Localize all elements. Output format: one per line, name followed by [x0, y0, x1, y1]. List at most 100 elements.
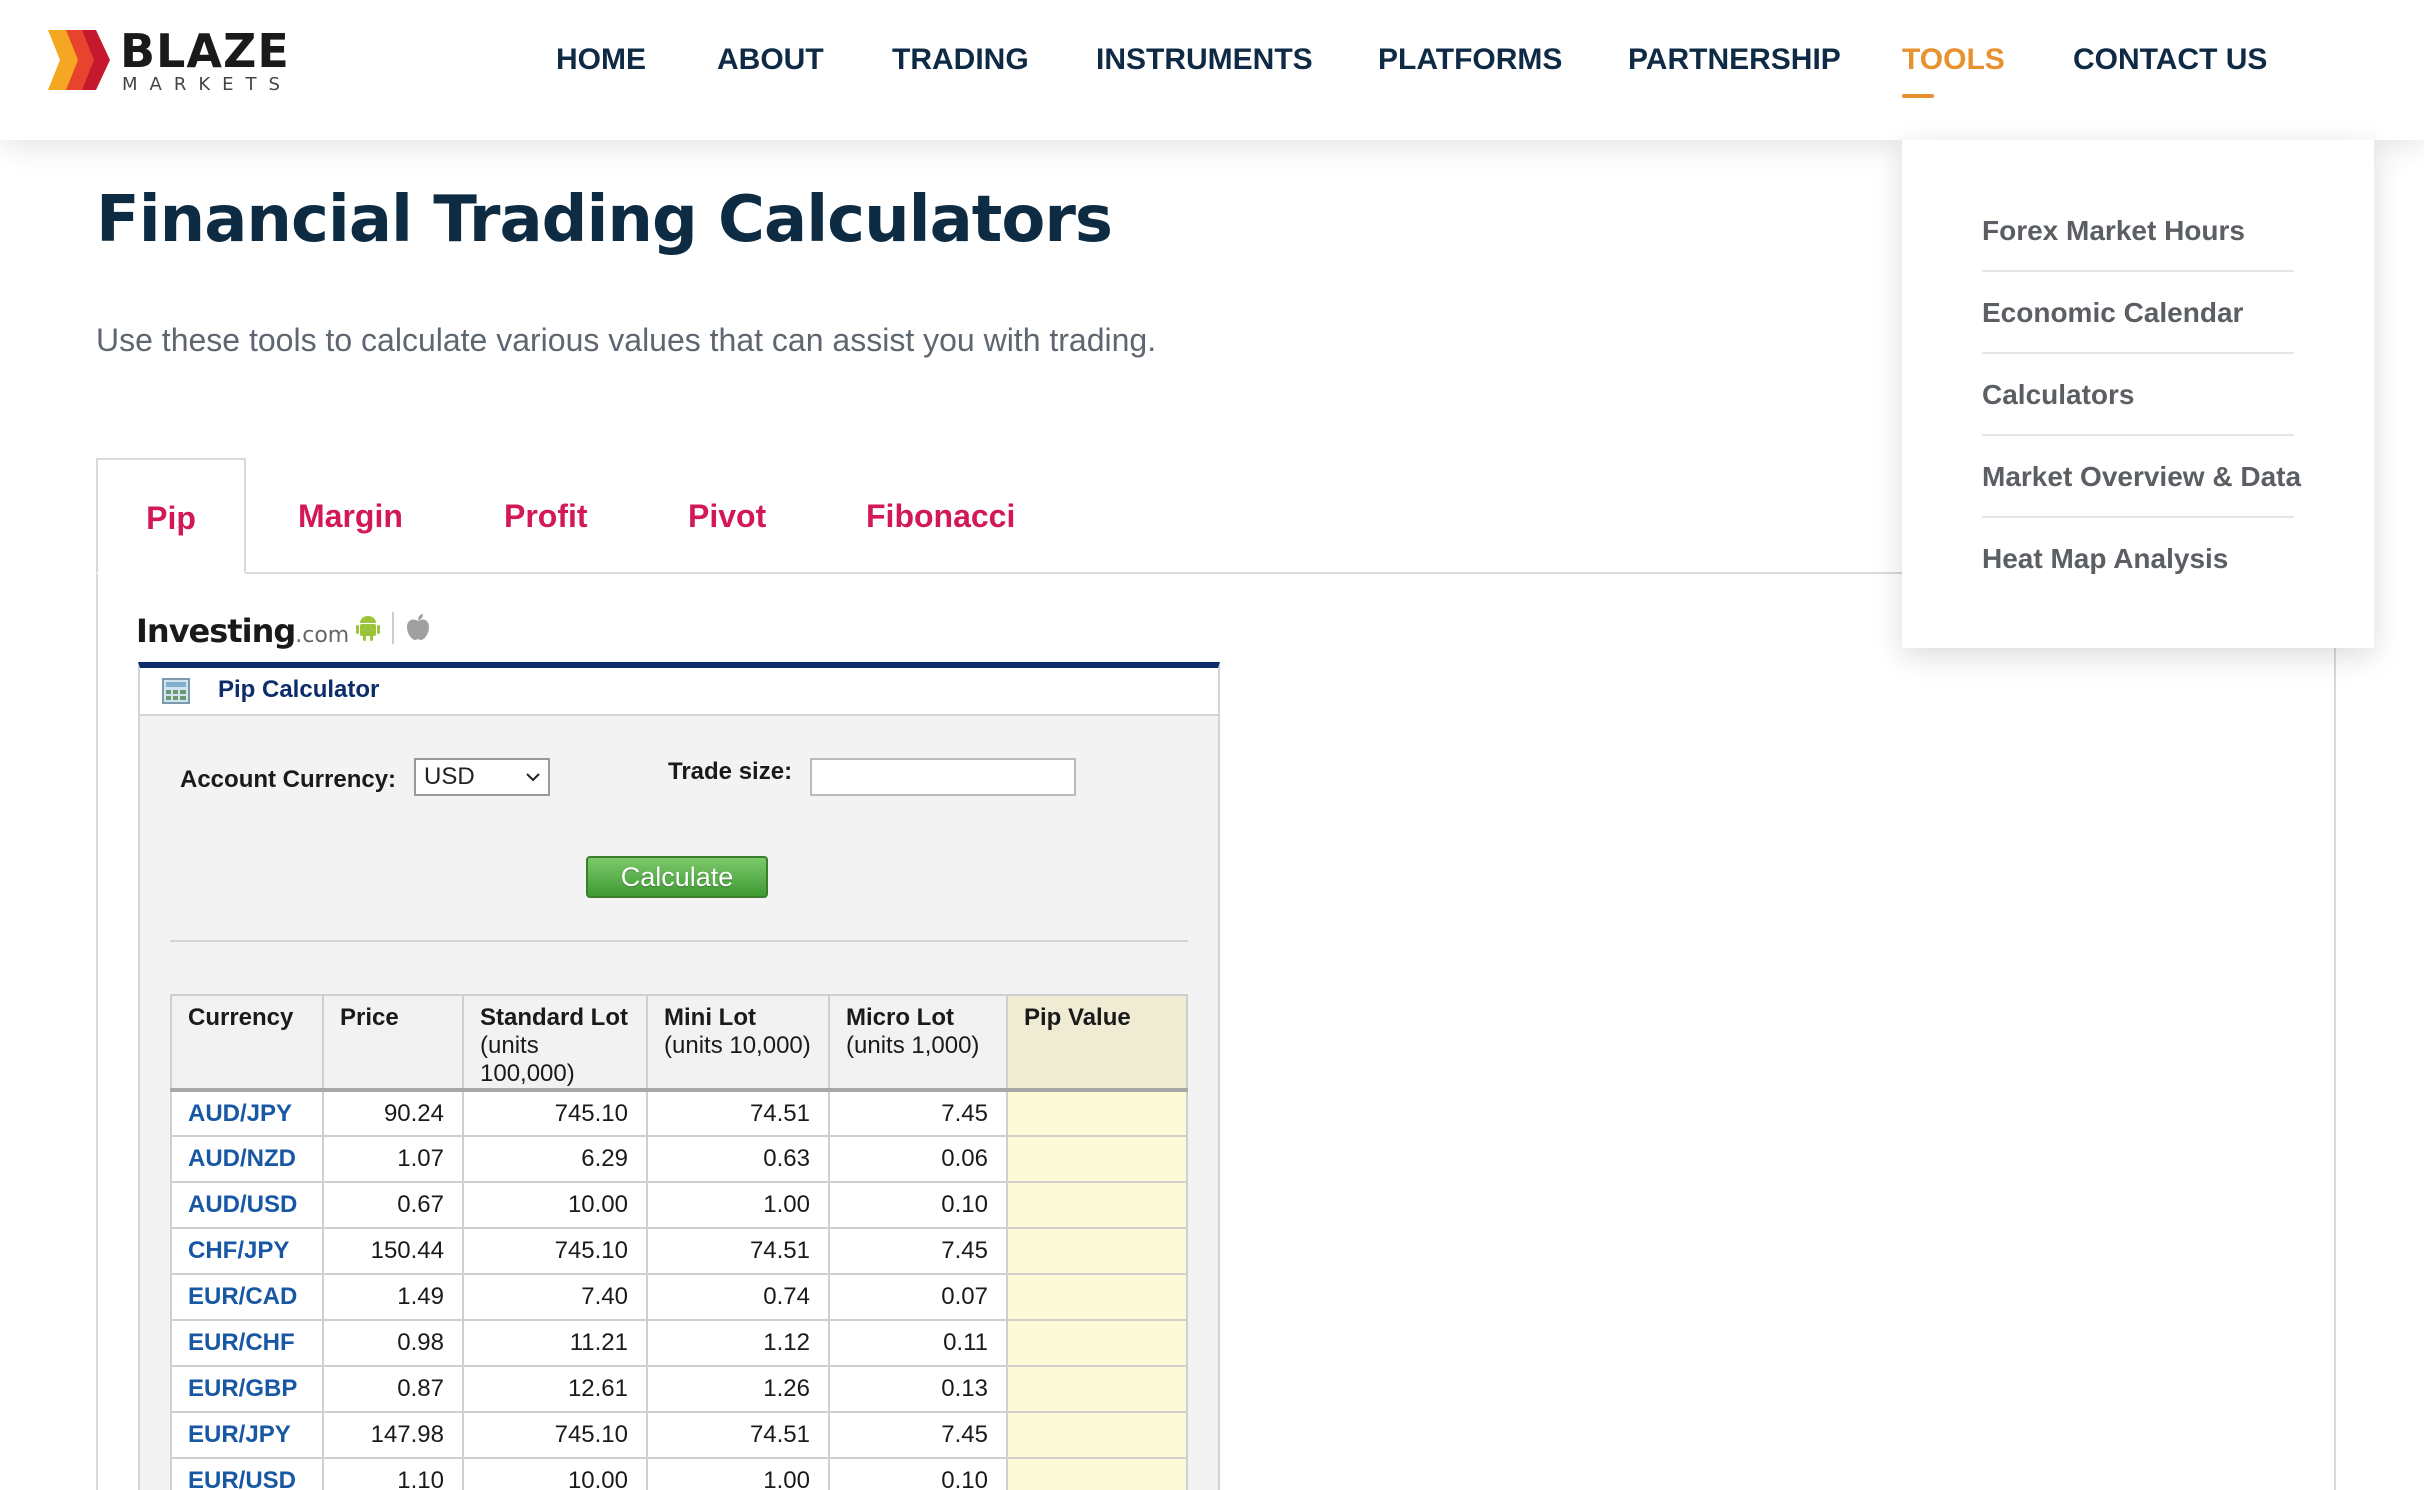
table-cell: 0.13 — [828, 1365, 1008, 1413]
widget-title: Pip Calculator — [218, 676, 380, 703]
currency-pair-link[interactable]: EUR/CAD — [170, 1273, 324, 1321]
tab-pivot[interactable]: Pivot — [688, 458, 766, 574]
table-cell: 1.10 — [322, 1457, 464, 1490]
col-mini-lot-unit: (units 10,000) — [664, 1032, 811, 1059]
nav-platforms[interactable]: PLATFORMS — [1378, 40, 1562, 80]
nav-partnership[interactable]: PARTNERSHIP — [1628, 40, 1841, 80]
table-row: EUR/USD 1.10 10.00 1.00 0.10 — [170, 1457, 1188, 1490]
widget-divider — [170, 940, 1188, 942]
currency-pair-link[interactable]: AUD/JPY — [170, 1089, 324, 1137]
table-cell: 0.10 — [828, 1457, 1008, 1490]
pip-table: Currency Price Standard Lot (units 100,00… — [170, 994, 1188, 1490]
apple-icon[interactable] — [404, 612, 432, 642]
chevron-down-icon — [526, 773, 540, 782]
calculate-button[interactable]: Calculate — [586, 856, 768, 898]
widget-header: Pip Calculator — [140, 668, 1218, 716]
table-cell: 7.45 — [828, 1227, 1008, 1275]
menu-item-calculators[interactable]: Calculators — [1982, 354, 2294, 436]
nav-tools[interactable]: TOOLS — [1902, 40, 2005, 80]
pip-calculator-widget: Pip Calculator Account Currency: USD Tra… — [138, 662, 1220, 1490]
col-micro-lot: Micro Lot (units 1,000) — [828, 994, 1008, 1091]
currency-pair-link[interactable]: AUD/USD — [170, 1181, 324, 1229]
tab-profit[interactable]: Profit — [504, 458, 588, 574]
pip-value-cell — [1006, 1273, 1188, 1321]
table-cell: 1.07 — [322, 1135, 464, 1183]
store-separator — [392, 612, 394, 644]
table-cell: 1.26 — [646, 1365, 830, 1413]
currency-pair-link[interactable]: EUR/JPY — [170, 1411, 324, 1459]
trade-size-label: Trade size: — [668, 758, 793, 785]
currency-pair-link[interactable]: EUR/GBP — [170, 1365, 324, 1413]
table-row: AUD/USD 0.67 10.00 1.00 0.10 — [170, 1181, 1188, 1229]
table-cell: 1.49 — [322, 1273, 464, 1321]
col-mini-lot: Mini Lot (units 10,000) — [646, 994, 830, 1091]
page-title: Financial Trading Calculators — [96, 183, 1113, 257]
android-icon[interactable] — [354, 614, 382, 642]
col-price: Price — [322, 994, 464, 1091]
nav-about[interactable]: ABOUT — [717, 40, 824, 80]
col-pip-value-label: Pip Value — [1024, 1004, 1131, 1031]
investing-brand-suffix: .com — [295, 623, 350, 648]
widget-body: Account Currency: USD Trade size: Calcul… — [140, 716, 1218, 1490]
table-cell: 150.44 — [322, 1227, 464, 1275]
table-cell: 0.10 — [828, 1181, 1008, 1229]
account-currency-value: USD — [424, 763, 475, 790]
table-cell: 10.00 — [462, 1181, 648, 1229]
table-cell: 0.87 — [322, 1365, 464, 1413]
currency-pair-link[interactable]: CHF/JPY — [170, 1227, 324, 1275]
table-cell: 147.98 — [322, 1411, 464, 1459]
table-cell: 0.06 — [828, 1135, 1008, 1183]
account-currency-label: Account Currency: — [180, 766, 397, 793]
table-cell: 90.24 — [322, 1089, 464, 1137]
nav-contact-us[interactable]: CONTACT US — [2073, 40, 2267, 80]
tab-pip[interactable]: Pip — [96, 458, 246, 574]
pip-value-cell — [1006, 1457, 1188, 1490]
investing-logo[interactable]: Investing.com — [136, 612, 349, 650]
page-subtitle: Use these tools to calculate various val… — [96, 322, 1157, 358]
table-cell: 11.21 — [462, 1319, 648, 1367]
menu-item-economic-calendar[interactable]: Economic Calendar — [1982, 272, 2294, 354]
table-row: EUR/CAD 1.49 7.40 0.74 0.07 — [170, 1273, 1188, 1321]
col-currency-label: Currency — [188, 1004, 294, 1031]
table-cell: 0.63 — [646, 1135, 830, 1183]
table-cell: 745.10 — [462, 1089, 648, 1137]
col-standard-lot-unit: (units 100,000) — [480, 1032, 575, 1087]
menu-item-heat-map-analysis[interactable]: Heat Map Analysis — [1982, 518, 2294, 600]
pip-value-cell — [1006, 1227, 1188, 1275]
calculator-icon — [162, 678, 190, 704]
nav-home[interactable]: HOME — [556, 40, 646, 80]
col-standard-lot: Standard Lot (units 100,000) — [462, 994, 648, 1091]
table-cell: 0.67 — [322, 1181, 464, 1229]
investing-brand: Investing — [136, 612, 296, 650]
table-cell: 0.74 — [646, 1273, 830, 1321]
pip-table-header-row: Currency Price Standard Lot (units 100,00… — [170, 994, 1188, 1091]
currency-pair-link[interactable]: EUR/CHF — [170, 1319, 324, 1367]
col-currency: Currency — [170, 994, 324, 1091]
col-micro-lot-label: Micro Lot — [846, 1004, 954, 1031]
table-cell: 7.45 — [828, 1411, 1008, 1459]
table-cell: 1.00 — [646, 1457, 830, 1490]
table-cell: 74.51 — [646, 1411, 830, 1459]
table-cell: 74.51 — [646, 1089, 830, 1137]
table-cell: 0.11 — [828, 1319, 1008, 1367]
nav-trading[interactable]: TRADING — [892, 40, 1029, 80]
table-cell: 1.00 — [646, 1181, 830, 1229]
menu-item-market-overview[interactable]: Market Overview & Data — [1982, 436, 2301, 518]
currency-pair-link[interactable]: AUD/NZD — [170, 1135, 324, 1183]
table-row: CHF/JPY 150.44 745.10 74.51 7.45 — [170, 1227, 1188, 1275]
nav-active-indicator — [1902, 94, 1934, 98]
nav-instruments[interactable]: INSTRUMENTS — [1096, 40, 1313, 80]
account-currency-select[interactable]: USD — [414, 758, 550, 796]
trade-size-input[interactable] — [810, 758, 1076, 796]
table-row: AUD/NZD 1.07 6.29 0.63 0.06 — [170, 1135, 1188, 1183]
pip-table-body: AUD/JPY 90.24 745.10 74.51 7.45 AUD/NZD 1.07 6.… — [170, 1089, 1188, 1490]
tab-fibonacci[interactable]: Fibonacci — [866, 458, 1015, 574]
menu-item-forex-market-hours[interactable]: Forex Market Hours — [1982, 190, 2294, 272]
tab-margin[interactable]: Margin — [298, 458, 403, 574]
table-cell: 745.10 — [462, 1227, 648, 1275]
currency-pair-link[interactable]: EUR/USD — [170, 1457, 324, 1490]
pip-value-cell — [1006, 1319, 1188, 1367]
table-cell: 0.07 — [828, 1273, 1008, 1321]
table-cell: 6.29 — [462, 1135, 648, 1183]
main-nav: HOME ABOUT TRADING INSTRUMENTS PLATFORMS… — [0, 40, 2424, 80]
